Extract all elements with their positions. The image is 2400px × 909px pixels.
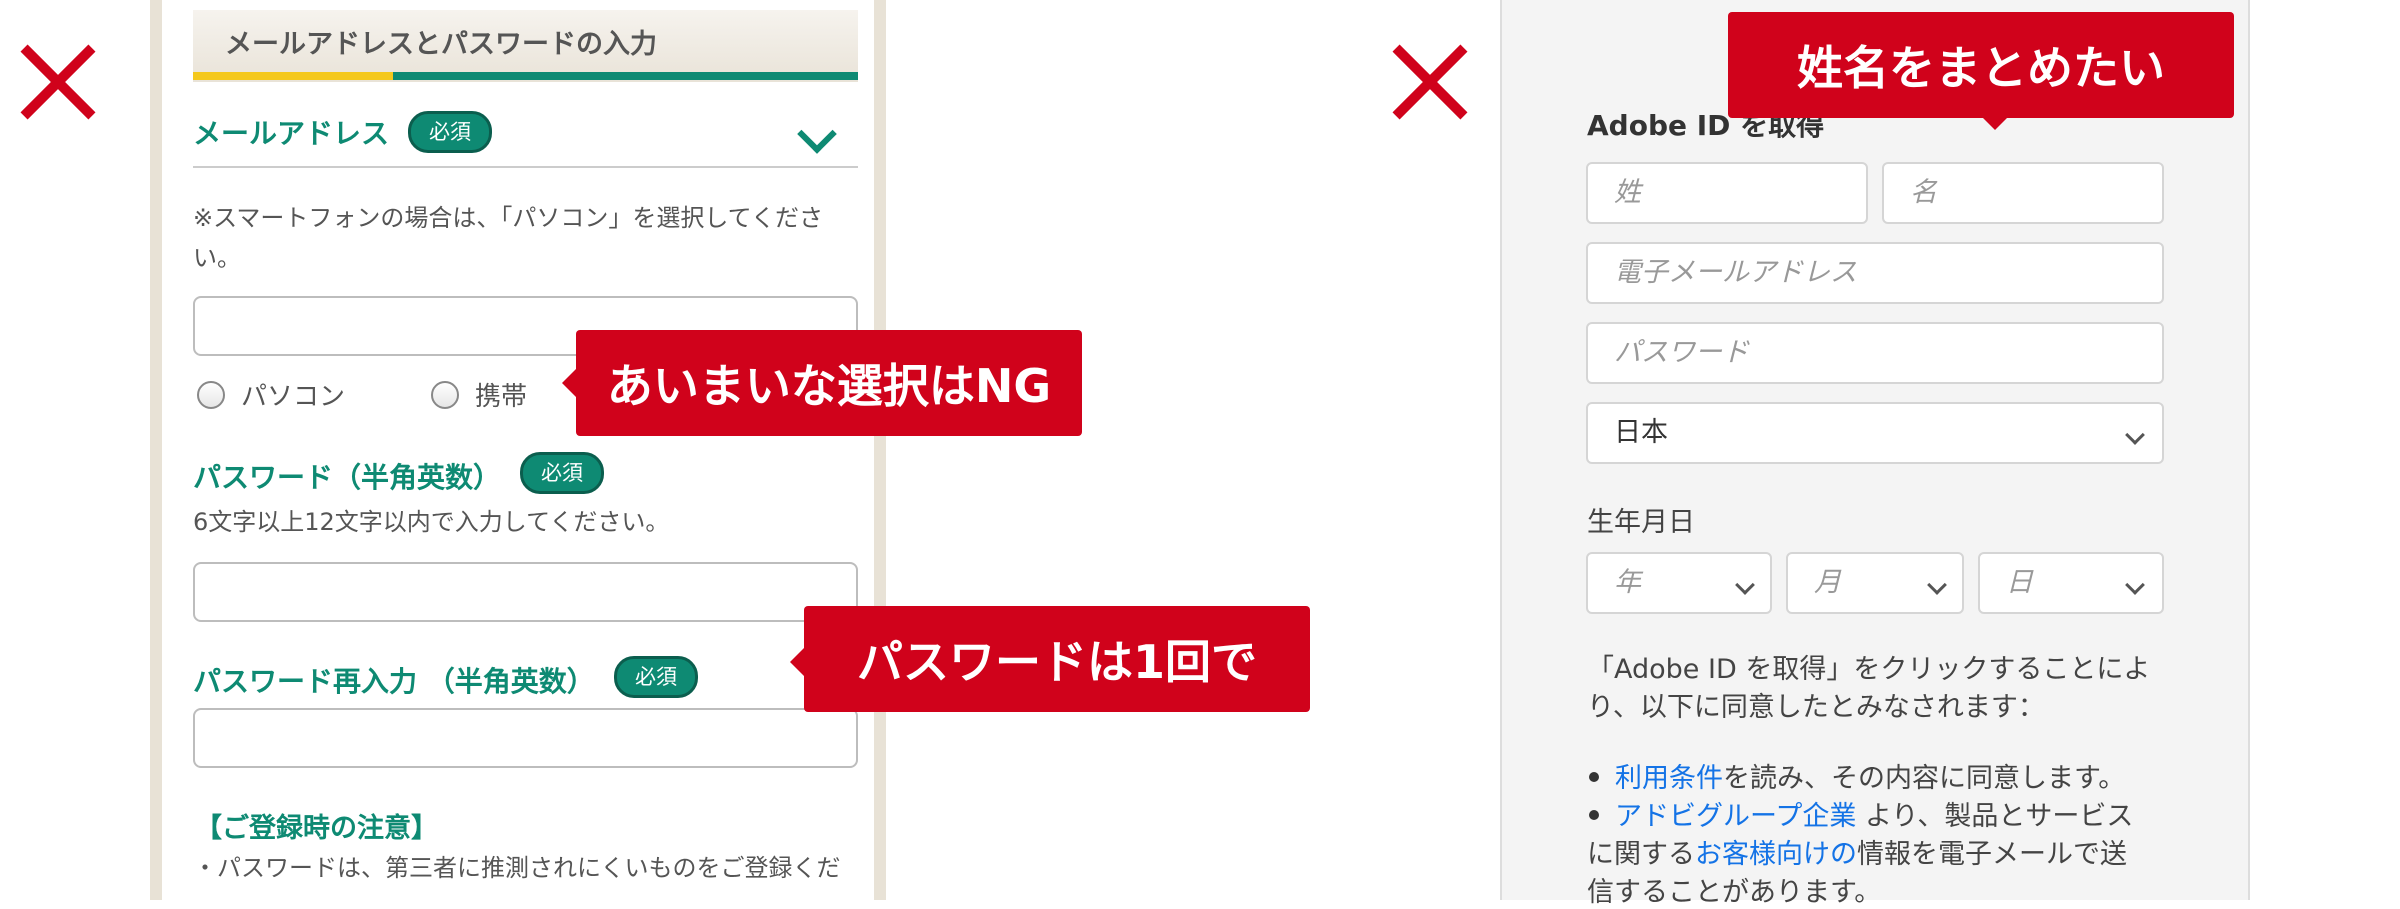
password-note: 6文字以上12文字以内で入力してください。 [193,508,670,536]
radio-pc[interactable] [197,381,225,409]
password-confirm-label: パスワード再入力 （半角英数） [193,665,595,698]
consent-tail-line: 信することがあります。 [1587,877,1882,908]
email-label: メールアドレス [193,117,390,150]
last-name-input[interactable]: 姓 [1586,162,1868,224]
divider [193,166,858,168]
callout-pointer [790,648,804,676]
customer-info-line: に関するお客様向けの情報を電子メールで送 [1587,839,2127,870]
password-label: パスワード（半角英数） [193,461,502,494]
first-name-input[interactable]: 名 [1882,162,2164,224]
email-note-line2: い。 [193,244,241,272]
bullet [1589,772,1599,782]
callout-merge-names: 姓名をまとめたい [1728,12,2234,118]
cross-mark-icon [1388,40,1472,124]
header-stripe-green [393,72,858,80]
caution-text: ・パスワードは、第三者に推測されにくいものをご登録くだ [193,854,841,882]
section-title: メールアドレスとパスワードの入力 [225,29,657,60]
password-confirm-input[interactable] [193,708,858,768]
email-field[interactable]: 電子メールアドレス [1586,242,2164,304]
terms-link[interactable]: 利用条件 [1615,763,1723,794]
consent-line1: 「Adobe ID を取得」をクリックすることによ [1587,654,2151,685]
email-note-line1: ※スマートフォンの場合は、「パソコン」を選択してくださ [193,204,823,232]
radio-pc-label: パソコン [241,382,346,412]
callout-pointer [562,369,576,397]
callout-ambiguous-choice: あいまいな選択はNG [576,330,1082,436]
bullet [1589,810,1599,820]
required-badge: 必須 [520,452,604,494]
terms-line: 利用条件を読み、その内容に同意します。 [1615,763,2126,794]
radio-mobile[interactable] [431,381,459,409]
group-companies-line: アドビグループ企業 より、製品とサービス [1615,801,2134,832]
password-input[interactable] [193,562,858,622]
callout-pointer [1981,116,2009,130]
adobe-group-link[interactable]: アドビグループ企業 [1615,801,1856,832]
radio-mobile-label: 携帯 [475,382,528,412]
required-badge: 必須 [408,111,492,153]
country-select[interactable]: 日本 [1586,402,2164,464]
required-badge: 必須 [614,656,698,698]
cross-mark-icon [16,40,100,124]
header-stripe-yellow [193,72,393,80]
birthdate-label: 生年月日 [1587,507,1695,538]
password-field[interactable]: パスワード [1586,322,2164,384]
customer-info-link[interactable]: お客様向けの [1695,839,1857,870]
consent-line2: り、以下に同意したとみなされます： [1587,692,2045,723]
caution-title: 【ご登録時の注意】 [195,813,438,844]
callout-password-once: パスワードは1回で [804,606,1310,712]
